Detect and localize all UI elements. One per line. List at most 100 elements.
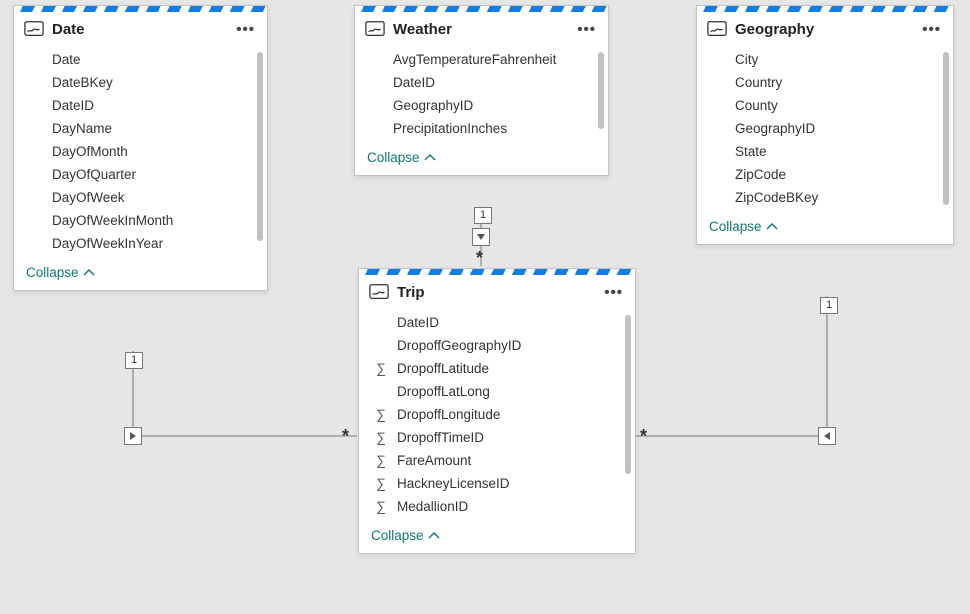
collapse-label: Collapse — [709, 219, 762, 234]
field-row[interactable]: Date — [14, 48, 267, 71]
filter-direction-arrow — [818, 427, 836, 445]
collapse-button[interactable]: Collapse — [14, 259, 267, 290]
collapse-button[interactable]: Collapse — [359, 522, 635, 553]
cardinality-badge-trip-from-geography: * — [640, 426, 647, 447]
table-icon — [369, 283, 389, 301]
field-name: DropoffLatitude — [397, 361, 623, 376]
scroll-thumb[interactable] — [257, 52, 263, 241]
field-name: GeographyID — [393, 98, 596, 113]
chevron-up-icon — [428, 531, 440, 541]
field-row[interactable]: State — [697, 140, 953, 163]
table-icon — [707, 20, 727, 38]
sigma-icon: ∑ — [373, 430, 389, 445]
cardinality-badge-weather: 1 — [474, 207, 492, 224]
field-name: DropoffGeographyID — [397, 338, 623, 353]
table-icon — [24, 20, 44, 38]
table-title: Date — [52, 21, 226, 38]
table-card-geography[interactable]: Geography ••• CityCountryCountyGeography… — [696, 5, 954, 245]
scroll-track[interactable] — [943, 52, 949, 205]
table-title: Trip — [397, 284, 594, 301]
field-row[interactable]: DayOfWeek — [14, 186, 267, 209]
field-row[interactable]: GeographyID — [697, 117, 953, 140]
table-card-date[interactable]: Date ••• DateDateBKeyDateIDDayNameDayOfM… — [13, 5, 268, 291]
table-card-trip[interactable]: Trip ••• DateIDDropoffGeographyID∑Dropof… — [358, 268, 636, 554]
field-name: DayOfMonth — [52, 144, 255, 159]
field-name: GeographyID — [735, 121, 941, 136]
field-row[interactable]: ZipCode — [697, 163, 953, 186]
field-name: DayName — [52, 121, 255, 136]
field-row[interactable]: ∑DropoffLongitude — [359, 403, 635, 426]
field-row[interactable]: DayOfWeekInYear — [14, 232, 267, 255]
field-name: AvgTemperatureFahrenheit — [393, 52, 596, 67]
field-name: City — [735, 52, 941, 67]
field-row[interactable]: DropoffLatLong — [359, 380, 635, 403]
field-row[interactable]: DayOfWeekInMonth — [14, 209, 267, 232]
field-row[interactable]: ∑ DropoffLatitude — [359, 357, 635, 380]
field-row[interactable]: DateID — [355, 71, 608, 94]
field-row[interactable]: DateID — [14, 94, 267, 117]
filter-direction-arrow — [124, 427, 142, 445]
field-row[interactable]: ∑DropoffTimeID — [359, 426, 635, 449]
collapse-label: Collapse — [26, 265, 79, 280]
field-name: MedallionID — [397, 499, 623, 514]
field-row[interactable]: DayOfQuarter — [14, 163, 267, 186]
collapse-label: Collapse — [371, 528, 424, 543]
collapse-label: Collapse — [367, 150, 420, 165]
field-row[interactable]: GeographyID — [355, 94, 608, 117]
field-row[interactable]: County — [697, 94, 953, 117]
more-menu-button[interactable]: ••• — [234, 21, 257, 38]
cardinality-badge-date: 1 — [125, 352, 143, 369]
chevron-up-icon — [424, 153, 436, 163]
table-card-weather[interactable]: Weather ••• AvgTemperatureFahrenheit Date… — [354, 5, 609, 176]
filter-direction-arrow — [472, 228, 490, 246]
cardinality-badge-trip-from-weather: * — [476, 248, 483, 269]
field-name: PrecipitationInches — [393, 121, 596, 136]
field-row[interactable]: DropoffGeographyID — [359, 334, 635, 357]
field-name: DateID — [397, 315, 623, 330]
field-row[interactable]: City — [697, 48, 953, 71]
field-row[interactable]: DateID — [359, 311, 635, 334]
scroll-track[interactable] — [625, 315, 631, 514]
sigma-icon: ∑ — [373, 499, 389, 514]
more-menu-button[interactable]: ••• — [602, 284, 625, 301]
table-title: Weather — [393, 21, 567, 38]
field-row[interactable]: AvgTemperatureFahrenheit — [355, 48, 608, 71]
sigma-icon: ∑ — [373, 453, 389, 468]
field-name: HackneyLicenseID — [397, 476, 623, 491]
field-name: ZipCodeBKey — [735, 190, 941, 205]
sigma-icon: ∑ — [373, 407, 389, 422]
field-name: DayOfWeek — [52, 190, 255, 205]
field-row[interactable]: ∑ MedallionID — [359, 495, 635, 518]
field-name: DayOfWeekInMonth — [52, 213, 255, 228]
collapse-button[interactable]: Collapse — [355, 144, 608, 175]
cardinality-badge-geography: 1 — [820, 297, 838, 314]
scroll-track[interactable] — [598, 52, 604, 136]
field-name: ZipCode — [735, 167, 941, 182]
field-list: DateDateBKey DateID DayName DayOfMonth DayOf… — [14, 44, 267, 259]
field-list: AvgTemperatureFahrenheit DateID GeographyI… — [355, 44, 608, 144]
field-row[interactable]: DayName — [14, 117, 267, 140]
scroll-thumb[interactable] — [625, 315, 631, 474]
field-name: DropoffLatLong — [397, 384, 623, 399]
field-row[interactable]: Country — [697, 71, 953, 94]
scroll-track[interactable] — [257, 52, 263, 251]
field-list: City Country County GeographyID State ZipCode… — [697, 44, 953, 213]
field-row[interactable]: ∑ FareAmount — [359, 449, 635, 472]
field-name: FareAmount — [397, 453, 623, 468]
scroll-thumb[interactable] — [943, 52, 949, 205]
field-name: DateID — [52, 98, 255, 113]
field-row[interactable]: DateBKey — [14, 71, 267, 94]
sigma-icon: ∑ — [373, 361, 389, 376]
field-row[interactable]: PrecipitationInches — [355, 117, 608, 140]
scroll-thumb[interactable] — [598, 52, 604, 129]
more-menu-button[interactable]: ••• — [575, 21, 598, 38]
field-row[interactable]: ∑HackneyLicenseID — [359, 472, 635, 495]
chevron-up-icon — [766, 222, 778, 232]
field-name: DayOfWeekInYear — [52, 236, 255, 251]
field-row[interactable]: DayOfMonth — [14, 140, 267, 163]
collapse-button[interactable]: Collapse — [697, 213, 953, 244]
field-row[interactable]: ZipCodeBKey — [697, 186, 953, 209]
more-menu-button[interactable]: ••• — [920, 21, 943, 38]
field-name: County — [735, 98, 941, 113]
table-icon — [365, 20, 385, 38]
